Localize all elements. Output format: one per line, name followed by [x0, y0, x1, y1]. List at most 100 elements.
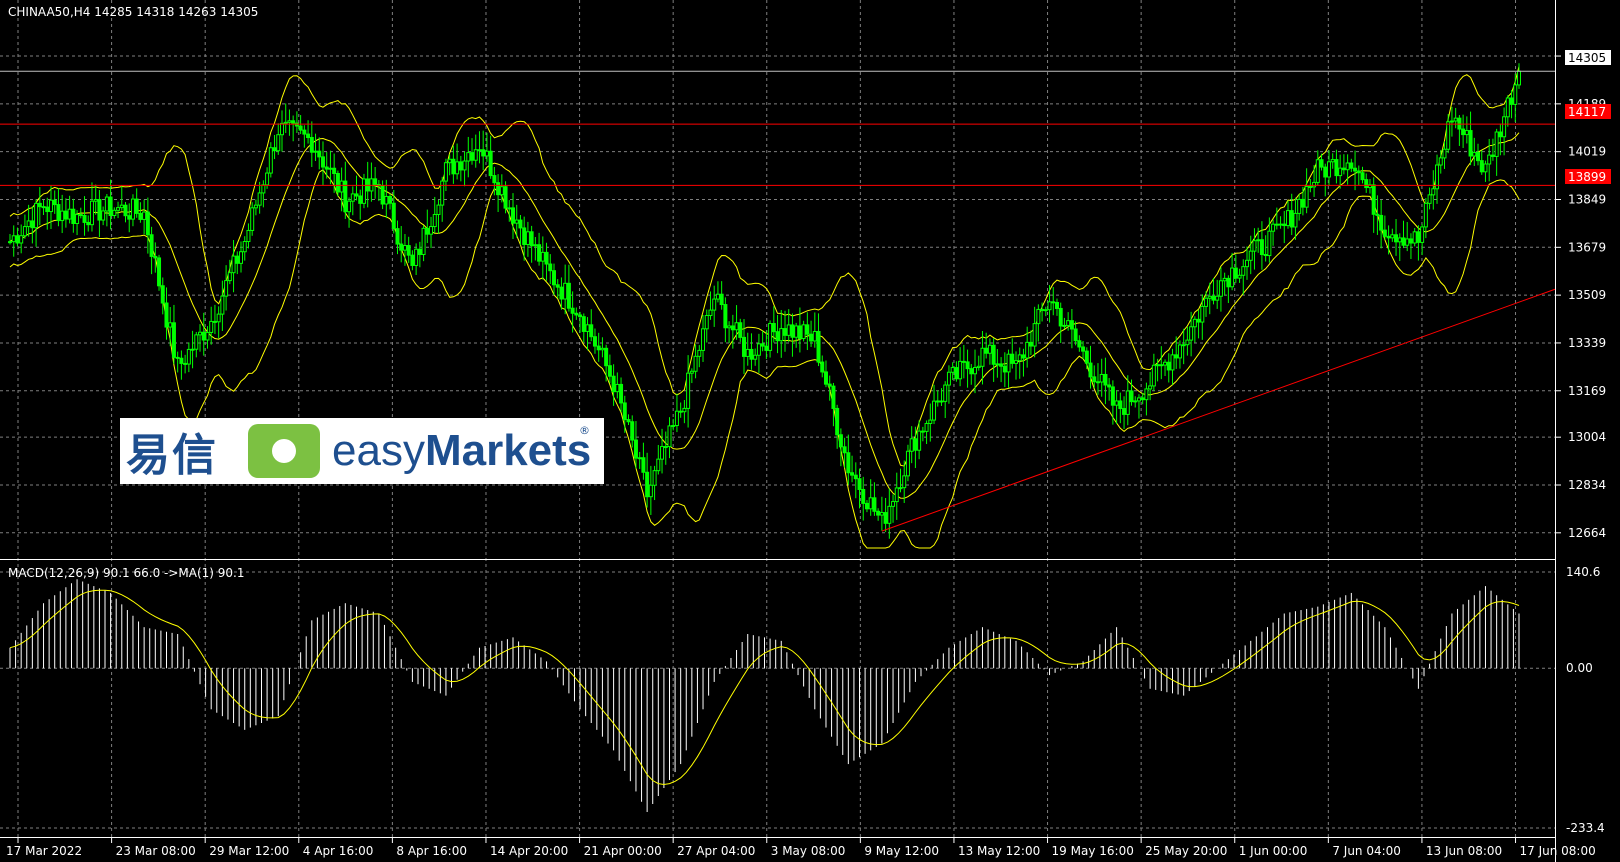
logo-markets: Markets — [424, 426, 592, 475]
symbol-info: CHINAA50,H4 14285 14318 14263 14305 — [8, 5, 258, 19]
candle-body — [570, 307, 575, 314]
candle-body — [45, 206, 50, 213]
candle-body — [619, 383, 624, 404]
candle-body — [205, 331, 210, 341]
candle-body — [742, 336, 747, 357]
candle-body — [298, 125, 303, 131]
candle-body — [697, 349, 702, 357]
candle-body — [551, 270, 556, 286]
candle-body — [429, 226, 434, 235]
macd-label: 140.6 — [1566, 565, 1600, 579]
candle-body — [1375, 213, 1380, 216]
candle-body — [753, 354, 758, 360]
candle-body — [1006, 353, 1011, 373]
candle-body — [801, 324, 806, 340]
candle-body — [607, 365, 612, 377]
candle-body — [991, 344, 996, 365]
candle-body — [455, 161, 460, 175]
candle-body — [1360, 172, 1365, 181]
macd-histogram — [9, 579, 1520, 812]
candle-body — [995, 363, 1000, 366]
candle-body — [399, 243, 404, 251]
candle-body — [1408, 238, 1413, 244]
candle-body — [1356, 170, 1361, 174]
candle-body — [421, 227, 426, 255]
candle-body — [1069, 320, 1074, 330]
candle-body — [902, 475, 907, 489]
candle-body — [935, 400, 940, 403]
candle-body — [1278, 223, 1283, 226]
candle-body — [1010, 353, 1015, 364]
candle-body — [458, 161, 463, 171]
candle-body — [533, 244, 538, 247]
candle-body — [771, 323, 776, 333]
candle-body — [395, 228, 400, 245]
time-label: 8 Apr 16:00 — [396, 844, 467, 858]
candle-body — [1420, 226, 1425, 243]
candle-body — [1461, 128, 1466, 136]
candle-body — [1196, 318, 1201, 323]
candle-body — [1002, 365, 1007, 373]
candle-body — [201, 331, 206, 341]
candle-body — [1174, 354, 1179, 359]
candle-body — [1155, 364, 1160, 367]
candle-body — [1274, 223, 1279, 226]
candle-body — [932, 400, 937, 421]
candle-body — [1412, 231, 1417, 244]
candle-body — [1025, 341, 1030, 359]
candle-body — [1014, 360, 1018, 364]
candle-body — [1192, 318, 1197, 328]
candle-body — [1285, 210, 1290, 227]
candle-body — [1353, 167, 1358, 172]
candle-body — [108, 196, 113, 217]
candle-body — [11, 235, 16, 243]
candle-body — [194, 334, 199, 350]
candle-body — [559, 286, 564, 300]
candle-body — [1472, 151, 1477, 157]
candle-body — [436, 204, 441, 215]
candle-body — [1148, 385, 1153, 390]
candle-body — [1267, 230, 1272, 257]
candle-body — [1431, 188, 1436, 196]
trendline[interactable] — [881, 288, 1556, 532]
candle-body — [1427, 194, 1432, 204]
candle-body — [1502, 116, 1507, 138]
candle-body — [1401, 237, 1406, 246]
candle-body — [417, 248, 422, 255]
candle-body — [1446, 121, 1451, 150]
candle-body — [142, 211, 147, 220]
time-axis: 17 Mar 2022 23 Mar 08:00 29 Mar 12:00 4 Apr… — [6, 837, 1596, 858]
candle-body — [1040, 308, 1045, 312]
candle-body — [1163, 361, 1168, 366]
candle-body — [1505, 97, 1510, 118]
candle-body — [1416, 231, 1421, 243]
candle-body — [1338, 167, 1343, 177]
candle-body — [1483, 163, 1488, 173]
candle-body — [1144, 388, 1149, 401]
candle-body — [1341, 167, 1346, 171]
candle-body — [481, 149, 486, 157]
time-label: 9 May 12:00 — [864, 844, 939, 858]
candle-body — [1151, 364, 1156, 387]
candle-body — [313, 150, 318, 153]
candle-body — [104, 196, 109, 212]
logo-registered-mark: ® — [579, 424, 590, 437]
candle-body — [60, 210, 65, 222]
candle-body — [973, 366, 978, 375]
candle-body — [432, 213, 437, 228]
candle-body — [1397, 237, 1402, 243]
candle-body — [924, 422, 929, 432]
candle-body — [466, 152, 471, 162]
signal-line — [9, 589, 1520, 786]
candle-body — [671, 425, 676, 428]
candle-body — [797, 325, 802, 340]
candle-body — [86, 221, 91, 226]
candle-body — [872, 497, 877, 512]
candle-body — [1386, 235, 1391, 239]
candle-body — [663, 446, 668, 449]
candle-body — [682, 407, 687, 413]
candle-body — [954, 367, 959, 380]
candle-body — [276, 134, 281, 152]
candle-body — [302, 129, 307, 135]
candle-body — [1073, 328, 1078, 342]
